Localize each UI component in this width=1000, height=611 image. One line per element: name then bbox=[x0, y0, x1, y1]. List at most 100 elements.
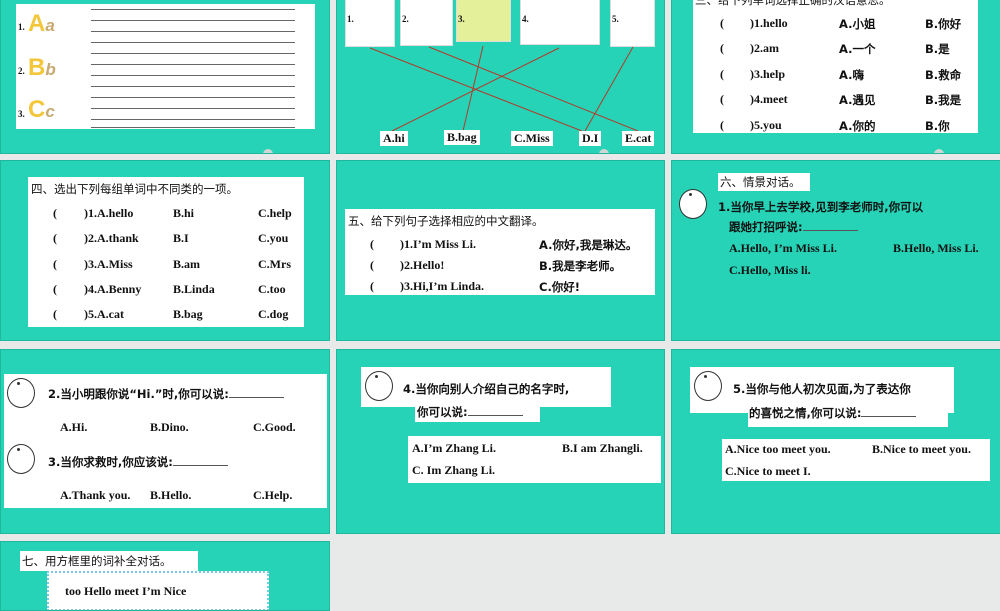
section-title-box: 七、用方框里的词补全对话。 bbox=[20, 551, 198, 571]
text: )2.A.thank bbox=[84, 231, 139, 245]
word-bank: too Hello meet I’m Nice bbox=[65, 584, 187, 598]
options-box: A.I’m Zhang Li. B.I am Zhangli. C. Im Zh… bbox=[408, 436, 661, 483]
list-item: ()2.Hello! B.我是李老师。 bbox=[345, 258, 655, 274]
text: B.Linda bbox=[173, 282, 215, 296]
list-item: ()1.I’m Miss Li. A.你好,我是琳达。 bbox=[345, 237, 655, 253]
slide-marker bbox=[599, 149, 609, 153]
text: C.你好! bbox=[539, 280, 581, 294]
text: )2.am bbox=[750, 41, 779, 55]
text: B.bag bbox=[173, 307, 203, 321]
slide-thumbnail-5[interactable]: 五、给下列句子选择相应的中文翻译。 ()1.I’m Miss Li. A.你好,我… bbox=[336, 160, 665, 341]
writing-practice-box: 1. Aa 2. Bb 3. Cc bbox=[16, 4, 315, 129]
slide-thumbnail-6[interactable]: 六、情景对话。 1.当你早上去学校,见到李老师时,你可以 跟她打招呼说: A.H… bbox=[671, 160, 1000, 341]
item-number: 3. bbox=[18, 109, 25, 119]
text: B.你 bbox=[925, 119, 950, 133]
text: A.你好,我是琳达。 bbox=[539, 238, 638, 252]
option-a: A.Hello, I’m Miss Li. bbox=[729, 241, 837, 255]
text: B.救命 bbox=[925, 68, 962, 82]
text: B.I bbox=[173, 231, 189, 245]
list-item: ()1.A.hello B.hi C.help bbox=[28, 206, 304, 222]
section-title: 六、情景对话。 bbox=[720, 175, 801, 189]
slide-marker bbox=[263, 149, 273, 153]
text: ( bbox=[370, 258, 374, 272]
text: A.你的 bbox=[839, 119, 876, 133]
word-bank-box: too Hello meet I’m Nice bbox=[47, 571, 269, 610]
list-item: ()1.hello A.小姐 B.你好 bbox=[672, 16, 1000, 32]
option-b: B.Nice to meet you. bbox=[872, 442, 971, 456]
answer-label-a: A.hi bbox=[380, 131, 408, 146]
slide-thumbnail-3[interactable]: 三、给下列单词选择正确的汉语意思。 ()1.hello A.小姐 B.你好 ( )2.… bbox=[671, 0, 1000, 154]
slide-thumbnail-4[interactable]: 四、选出下列每组单词中不同类的一项。 ()1.A.hello B.hi C.help… bbox=[0, 160, 330, 341]
text: C.too bbox=[258, 282, 286, 296]
list-item: ()3.A.Miss B.am C.Mrs bbox=[28, 257, 304, 273]
slide-thumbnail-1[interactable]: 1. Aa 2. Bb 3. Cc bbox=[0, 0, 330, 154]
text: ( bbox=[53, 231, 57, 245]
option-b: B.Hello. bbox=[150, 488, 192, 502]
exercise-box: 2.当小明跟你说“Hi.”时,你可以说: A.Hi. B.Dino. C.Goo… bbox=[4, 374, 327, 508]
answer-label-c: C.Miss bbox=[511, 131, 553, 146]
question-text: 5.当你与他人初次见面,为了表达你 bbox=[733, 382, 911, 396]
question-text: 3.当你求救时,你应该说: bbox=[48, 454, 228, 470]
text: C.you bbox=[258, 231, 289, 245]
text: A.一个 bbox=[839, 42, 876, 56]
option-c: C.Nice to meet I. bbox=[725, 464, 811, 478]
text: ( bbox=[720, 118, 724, 132]
label-box bbox=[686, 197, 704, 211]
text: B.我是 bbox=[925, 93, 962, 107]
text: ( bbox=[720, 67, 724, 81]
cartoon-face-icon bbox=[694, 371, 722, 401]
slide-thumbnail-9[interactable]: 5.当你与他人初次见面,为了表达你 的喜悦之情,你可以说: A.Nice too… bbox=[671, 349, 1000, 534]
text: C.Mrs bbox=[258, 257, 291, 271]
cartoon-face-icon bbox=[7, 378, 35, 408]
letter-b-image: Bb bbox=[28, 54, 56, 81]
text: )3.help bbox=[750, 67, 786, 81]
slide-thumbnail-10[interactable]: 七、用方框里的词补全对话。 too Hello meet I’m Nice bbox=[0, 541, 330, 611]
text: A.遇见 bbox=[839, 93, 876, 107]
text: )1.A.hello bbox=[84, 206, 134, 220]
option-b: B.I am Zhangli. bbox=[562, 441, 643, 455]
exercise-title: 三、给下列单词选择正确的汉语意思。 bbox=[695, 0, 891, 7]
text: ( bbox=[53, 282, 57, 296]
text: ( bbox=[720, 41, 724, 55]
cartoon-face-icon bbox=[7, 444, 35, 474]
list-item: ()4.A.Benny B.Linda C.too bbox=[28, 282, 304, 298]
list-item: ()5.you A.你的 B.你 bbox=[672, 118, 1000, 134]
text: )5.A.cat bbox=[84, 307, 124, 321]
text: ( bbox=[53, 206, 57, 220]
text: C.dog bbox=[258, 307, 289, 321]
exercise-title: 四、选出下列每组单词中不同类的一项。 bbox=[31, 182, 238, 196]
text: ( bbox=[53, 307, 57, 321]
slide-thumbnail-8[interactable]: 4.当你向别人介绍自己的名字时, 你可以说: A.I’m Zhang Li. B… bbox=[336, 349, 665, 534]
question-text: 4.当你向别人介绍自己的名字时, bbox=[403, 382, 570, 396]
item-number: 1. bbox=[18, 22, 25, 32]
exercise-box: 五、给下列句子选择相应的中文翻译。 ()1.I’m Miss Li. A.你好,我… bbox=[345, 209, 655, 295]
text: B.是 bbox=[925, 42, 950, 56]
options-box: A.Nice too meet you. B.Nice to meet you.… bbox=[722, 439, 990, 481]
exercise-title: 五、给下列句子选择相应的中文翻译。 bbox=[348, 214, 544, 228]
question-text: 2.当小明跟你说“Hi.”时,你可以说: bbox=[48, 386, 284, 402]
list-item: ( )2.am A.一个 B.是 bbox=[672, 41, 1000, 57]
slide-thumbnail-7[interactable]: 2.当小明跟你说“Hi.”时,你可以说: A.Hi. B.Dino. C.Goo… bbox=[0, 349, 330, 534]
option-b: B.Dino. bbox=[150, 420, 189, 434]
question-text: 1.当你早上去学校,见到李老师时,你可以 bbox=[718, 200, 924, 214]
option-b: B.Hello, Miss Li. bbox=[893, 241, 979, 255]
answer-label-e: E.cat bbox=[622, 131, 655, 146]
answer-label-b: B.bag bbox=[444, 130, 480, 145]
list-item: ()4.meet A.遇见 B.我是 bbox=[672, 92, 1000, 108]
text: )2.Hello! bbox=[400, 258, 445, 272]
text: ( bbox=[720, 16, 724, 30]
text: ( bbox=[720, 92, 724, 106]
question-text-cont: 你可以说: bbox=[417, 404, 523, 420]
exercise-box: 四、选出下列每组单词中不同类的一项。 ()1.A.hello B.hi C.help… bbox=[28, 177, 304, 327]
slide-thumbnail-2[interactable]: 1. 2. 3. 4. 5. A.hi B.bag C.Miss D.I E.c… bbox=[336, 0, 665, 154]
text: B.am bbox=[173, 257, 200, 271]
option-a: A.Thank you. bbox=[60, 488, 131, 502]
option-a: A.Nice too meet you. bbox=[725, 442, 831, 456]
question-text-cont: 跟她打招呼说: bbox=[729, 219, 858, 235]
text: B.你好 bbox=[925, 17, 962, 31]
text: )3.Hi,I’m Linda. bbox=[400, 279, 485, 293]
option-c: C.Help. bbox=[253, 488, 293, 502]
answer-label-d: D.I bbox=[579, 131, 602, 146]
option-c: C.Good. bbox=[253, 420, 296, 434]
list-item: ()3.Hi,I’m Linda. C.你好! bbox=[345, 279, 655, 295]
